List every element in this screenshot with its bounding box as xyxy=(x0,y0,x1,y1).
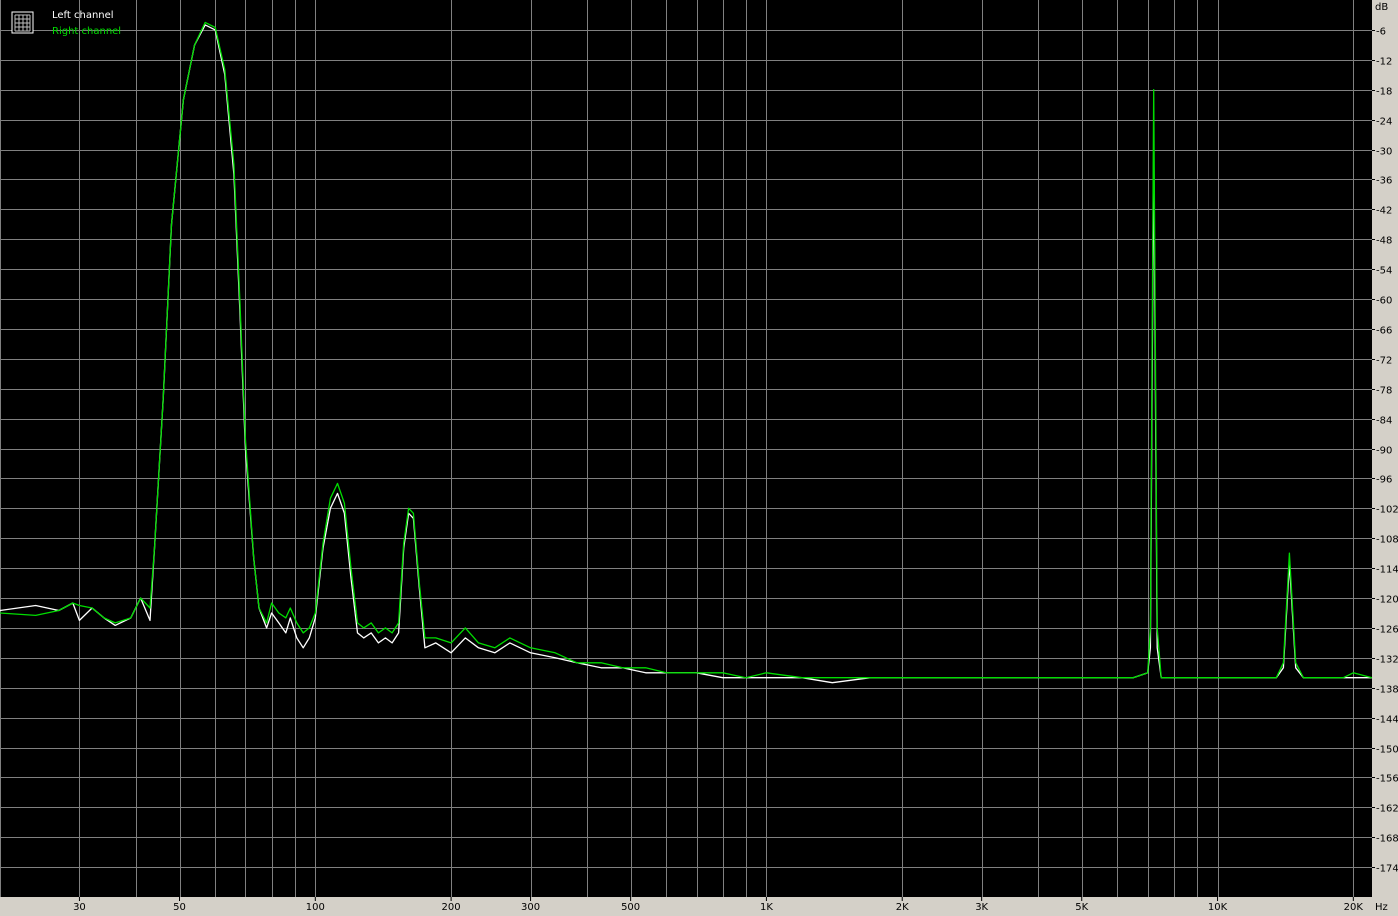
x-tick-label: 200 xyxy=(442,902,461,913)
y-tick-label: -66 xyxy=(1376,326,1392,337)
y-tick-label: -90 xyxy=(1376,446,1392,457)
y-tick-label: -126 xyxy=(1376,625,1398,636)
y-tick-label: -72 xyxy=(1376,356,1392,367)
legend-left-channel: Left channel xyxy=(52,10,114,21)
x-tick-label: 3K xyxy=(975,902,988,913)
y-unit-label: dB xyxy=(1375,2,1388,13)
x-tick-label: 30 xyxy=(73,902,86,913)
x-tick-label: 100 xyxy=(306,902,325,913)
x-tick-label: 20K xyxy=(1344,902,1364,913)
y-tick-label: -36 xyxy=(1376,176,1392,187)
x-tick-label: 2K xyxy=(896,902,909,913)
y-tick-label: -120 xyxy=(1376,595,1398,606)
x-tick-label: 300 xyxy=(521,902,540,913)
y-tick-label: -138 xyxy=(1376,685,1398,696)
y-tick-label: -60 xyxy=(1376,296,1392,307)
x-tick-label: 5K xyxy=(1075,902,1088,913)
y-tick-label: -78 xyxy=(1376,386,1392,397)
x-tick-label: 10K xyxy=(1208,902,1228,913)
y-tick-label: -114 xyxy=(1376,565,1398,576)
x-unit-label: Hz xyxy=(1375,902,1388,913)
y-tick-label: -30 xyxy=(1376,147,1392,158)
y-tick-label: -48 xyxy=(1376,236,1392,247)
x-tick-label: 50 xyxy=(173,902,186,913)
y-tick-label: -150 xyxy=(1376,745,1398,756)
x-axis-panel xyxy=(0,897,1398,916)
y-tick-label: -102 xyxy=(1376,505,1398,516)
y-tick-label: -132 xyxy=(1376,655,1398,666)
y-tick-label: -108 xyxy=(1376,535,1398,546)
legend-right-channel: Right channel xyxy=(52,26,121,37)
x-tick-label: 1K xyxy=(760,902,773,913)
y-tick-label: -174 xyxy=(1376,864,1398,875)
y-tick-label: -156 xyxy=(1376,774,1398,785)
spectrum-chart: -6 -12 -18 -24 -30 -36 -42 -48 -54 -60 -66 -72 -78 -8… xyxy=(0,0,1398,916)
y-tick-label: -162 xyxy=(1376,804,1398,815)
y-tick-label: -54 xyxy=(1376,266,1392,277)
y-tick-label: -12 xyxy=(1376,57,1392,68)
y-tick-label: -18 xyxy=(1376,87,1392,98)
y-tick-label: -6 xyxy=(1376,27,1386,38)
x-tick-label: 500 xyxy=(621,902,640,913)
y-tick-label: -144 xyxy=(1376,715,1398,726)
y-tick-label: -42 xyxy=(1376,206,1392,217)
y-tick-label: -168 xyxy=(1376,834,1398,845)
plot-background xyxy=(0,0,1372,897)
y-tick-label: -24 xyxy=(1376,117,1392,128)
y-tick-label: -96 xyxy=(1376,475,1392,486)
y-tick-label: -84 xyxy=(1376,416,1392,427)
